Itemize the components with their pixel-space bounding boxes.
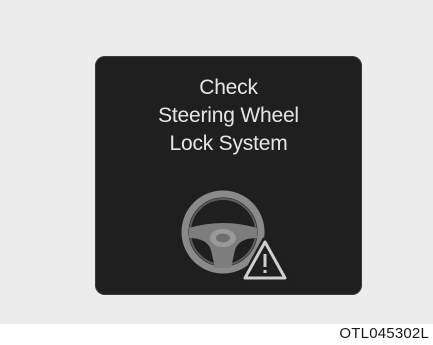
warning-message-line-2: Steering Wheel [158,104,299,127]
warning-message: Check Steering Wheel Lock System [95,74,362,158]
figure-code-label: OTL045302L [339,325,429,342]
steering-wheel-icon [181,190,265,274]
warning-message-line-1: Check [199,76,258,99]
warning-display-panel: Check Steering Wheel Lock System [95,56,362,295]
steering-wheel-warning-icon [181,190,290,283]
warning-message-line-3: Lock System [169,132,288,155]
